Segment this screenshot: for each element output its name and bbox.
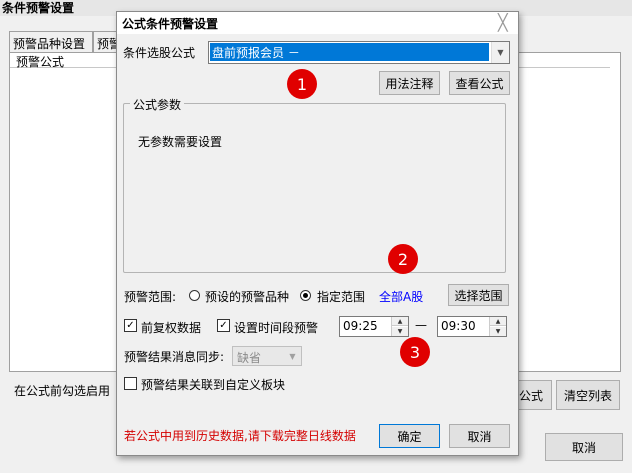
history-data-warning: 若公式中用到历史数据,请下载完整日线数据: [124, 429, 356, 443]
link-board-label: 预警结果关联到自定义板块: [141, 378, 286, 392]
start-time-spinner[interactable]: ▲ ▼: [391, 317, 408, 336]
params-group-title: 公式参数: [130, 96, 185, 113]
formula-select-value: 盘前预报会员 －: [210, 43, 489, 61]
link-board-checkbox[interactable]: [124, 377, 137, 390]
radio-preset-label: 预设的预警品种: [205, 290, 290, 304]
sync-label: 预警结果消息同步:: [124, 350, 225, 364]
spin-up-icon[interactable]: ▲: [490, 317, 506, 326]
chevron-down-icon[interactable]: ▼: [491, 42, 509, 63]
spin-up-icon[interactable]: ▲: [392, 317, 408, 326]
radio-preset-symbols[interactable]: [189, 290, 200, 301]
pre-adjust-label: 前复权数据: [141, 321, 202, 335]
params-groupbox: [123, 103, 506, 273]
radio-specified-range[interactable]: [300, 290, 311, 301]
enable-hint-text: 在公式前勾选启用: [14, 384, 111, 398]
time-window-checkbox[interactable]: ✓: [217, 319, 230, 332]
select-range-button[interactable]: 选择范围: [448, 284, 509, 306]
formula-label: 条件选股公式: [123, 46, 196, 60]
outer-window-title: 条件预警设置: [2, 1, 75, 15]
outer-cancel-button[interactable]: 取消: [545, 433, 623, 461]
list-header-label: 预警公式: [16, 55, 65, 69]
range-label: 预警范围:: [124, 290, 177, 304]
spin-down-icon[interactable]: ▼: [490, 327, 506, 336]
start-time-input[interactable]: 09:25 ▲ ▼: [339, 316, 409, 337]
time-range-dash: —: [415, 318, 427, 332]
tab-alert[interactable]: 预警: [93, 31, 117, 52]
tab-alert-symbols[interactable]: 预警品种设置: [9, 31, 93, 52]
radio-specified-label: 指定范围: [317, 290, 366, 304]
start-time-value: 09:25: [343, 319, 378, 333]
end-time-input[interactable]: 09:30 ▲ ▼: [437, 316, 507, 337]
chevron-down-icon: ▼: [289, 351, 296, 361]
view-formula-button[interactable]: 查看公式: [449, 71, 510, 95]
range-summary-link[interactable]: 全部A股: [379, 288, 423, 305]
clear-list-button[interactable]: 清空列表: [556, 380, 620, 410]
end-time-value: 09:30: [441, 319, 476, 333]
usage-notes-button[interactable]: 用法注释: [379, 71, 440, 95]
time-window-label: 设置时间段预警: [234, 321, 319, 335]
annotation-badge-2: 2: [388, 244, 418, 274]
dialog-title: 公式条件预警设置: [122, 17, 219, 31]
ok-button[interactable]: 确定: [379, 424, 440, 448]
spin-down-icon[interactable]: ▼: [392, 327, 408, 336]
end-time-spinner[interactable]: ▲ ▼: [489, 317, 506, 336]
sync-select: 缺省 ▼: [232, 346, 302, 366]
params-empty-text: 无参数需要设置: [138, 135, 223, 149]
dialog-cancel-button[interactable]: 取消: [449, 424, 510, 448]
pre-adjust-checkbox[interactable]: ✓: [124, 319, 137, 332]
annotation-badge-3: 3: [400, 337, 430, 367]
sync-select-value: 缺省: [237, 351, 262, 365]
annotation-badge-1: 1: [287, 69, 317, 99]
close-icon[interactable]: ╳: [498, 13, 508, 32]
